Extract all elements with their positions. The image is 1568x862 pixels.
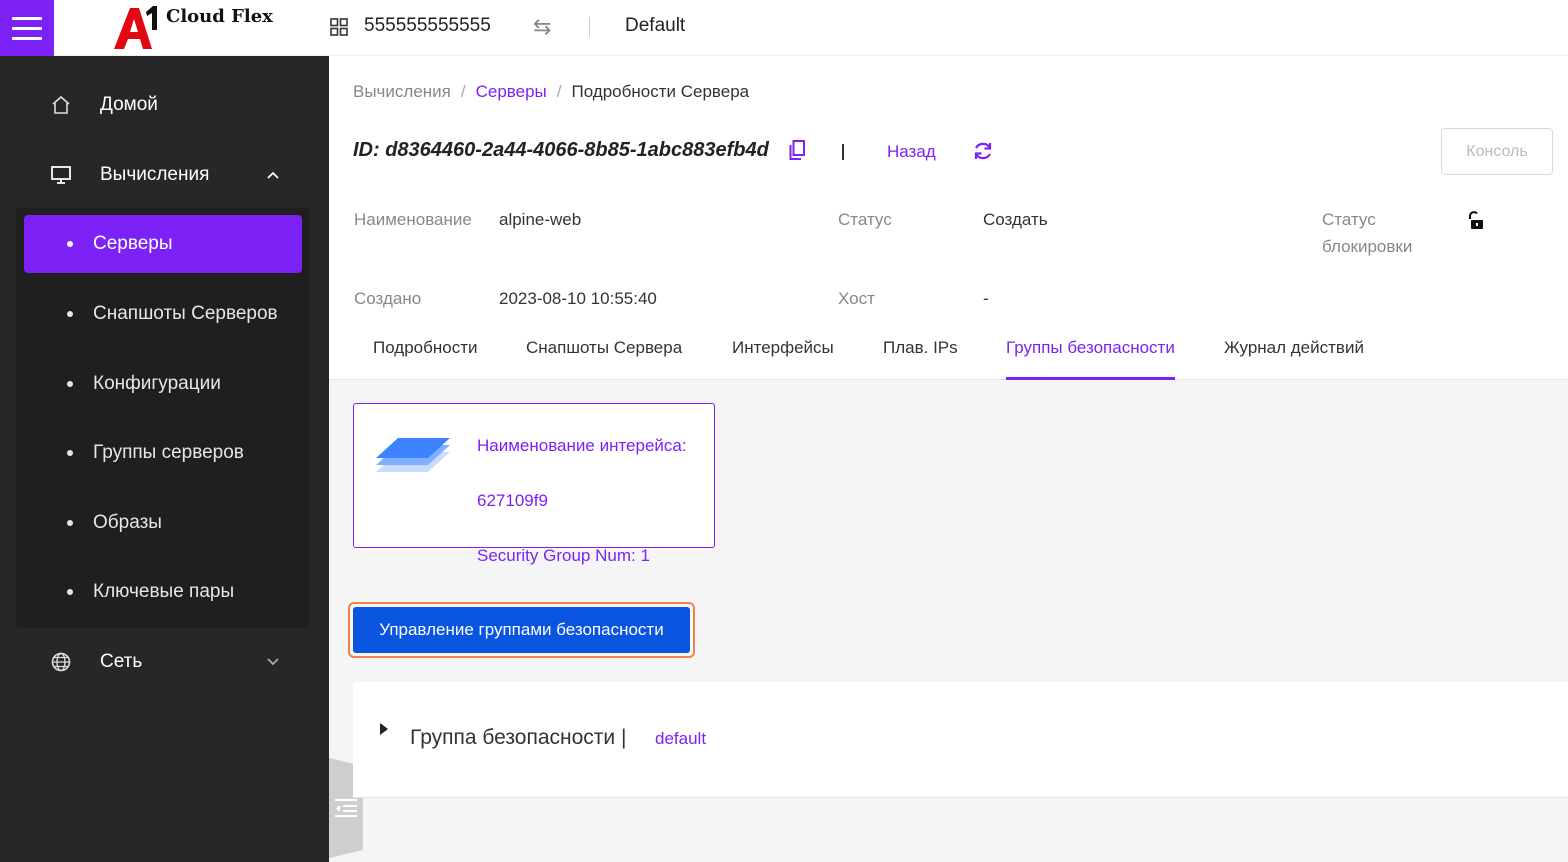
chevron-up-icon <box>266 167 280 184</box>
project-grid-icon <box>330 18 348 36</box>
interface-name-label: Наименование интерейса: <box>477 436 687 455</box>
indent-icon <box>335 799 357 817</box>
region-selector[interactable]: Default <box>625 15 685 37</box>
hamburger-icon-line <box>12 16 42 20</box>
sidebar-item-label: Группы серверов <box>93 442 244 463</box>
sidebar-item-label: Снапшоты Серверов <box>93 303 278 324</box>
sidebar-item-images[interactable]: Образы <box>24 494 302 552</box>
tab-floating-ips[interactable]: Плав. IPs <box>883 328 958 380</box>
console-button[interactable]: Консоль <box>1441 128 1553 175</box>
name-value: alpine-web <box>499 210 582 229</box>
top-bar: Cloud Flex 555555555555 ⇆ Default <box>0 0 1568 56</box>
tab-server-snapshots[interactable]: Снапшоты Сервера <box>526 328 682 380</box>
host-label: Хост <box>838 289 875 308</box>
created-value: 2023-08-10 10:55:40 <box>499 289 657 308</box>
breadcrumb-compute[interactable]: Вычисления <box>353 82 451 101</box>
security-group-name[interactable]: default <box>655 729 706 749</box>
copy-icon[interactable] <box>789 140 805 160</box>
bullet-icon <box>67 381 73 387</box>
created-label: Создано <box>354 289 422 308</box>
sidebar-item-compute[interactable]: Вычисления <box>0 145 329 205</box>
breadcrumb-servers[interactable]: Серверы <box>476 82 547 101</box>
refresh-icon[interactable] <box>972 140 994 162</box>
sidebar-item-flavors[interactable]: Конфигурации <box>24 355 302 413</box>
breadcrumb-separator: / <box>556 82 562 101</box>
breadcrumb-separator: / <box>460 82 466 101</box>
layers-icon <box>376 438 450 472</box>
tab-details[interactable]: Подробности <box>373 328 478 380</box>
status-value: Создать <box>983 210 1048 229</box>
breadcrumb-current: Подробности Сервера <box>571 82 750 101</box>
server-id: ID: d8364460-2a44-4066-8b85-1abc883efb4d <box>353 139 769 161</box>
bullet-icon <box>67 311 73 317</box>
sidebar-item-key-pairs[interactable]: Ключевые пары <box>24 563 302 621</box>
tab-interfaces[interactable]: Интерфейсы <box>732 328 834 380</box>
sidebar-item-server-snapshots[interactable]: Снапшоты Серверов <box>24 285 302 343</box>
switch-project-icon[interactable]: ⇆ <box>533 14 551 40</box>
back-link[interactable]: Назад <box>887 142 936 162</box>
a1-logo-icon <box>114 6 157 49</box>
bullet-icon <box>67 241 73 247</box>
sidebar-item-label: Образы <box>93 512 162 533</box>
chevron-down-icon <box>266 654 280 671</box>
sidebar-item-servers[interactable]: Серверы <box>24 215 302 273</box>
lock-status-label: блокировки <box>1322 237 1413 256</box>
menu-toggle-button[interactable] <box>0 0 54 56</box>
sidebar-item-label: Вычисления <box>100 164 210 185</box>
sidebar-item-label: Конфигурации <box>93 373 221 394</box>
sidebar-item-server-groups[interactable]: Группы серверов <box>24 424 302 482</box>
name-label: Наименование <box>354 210 472 229</box>
tab-action-log[interactable]: Журнал действий <box>1224 328 1364 380</box>
sidebar-item-label: Сеть <box>100 651 143 672</box>
unlocked-icon <box>1469 211 1483 229</box>
interface-name-value: 627109f9 <box>477 491 548 510</box>
sidebar-item-label: Серверы <box>93 233 173 254</box>
status-label: Статус <box>838 210 892 229</box>
security-group-count: Security Group Num: 1 <box>477 546 650 565</box>
sidebar-item-label: Ключевые пары <box>93 581 235 602</box>
manage-security-groups-button[interactable]: Управление группами безопасности <box>353 607 690 653</box>
bullet-icon <box>67 520 73 526</box>
hamburger-icon-line <box>12 36 42 40</box>
sidebar-item-home[interactable]: Домой <box>0 75 329 135</box>
sidebar: Домой Вычисления Серверы Снапшоты Сервер… <box>0 56 329 862</box>
security-group-label: Группа безопасности | <box>410 726 627 749</box>
project-id[interactable]: 555555555555 <box>364 15 491 37</box>
expand-caret-icon[interactable] <box>380 723 388 735</box>
host-value: - <box>983 289 989 308</box>
breadcrumb: Вычисления / Серверы / Подробности Сервера <box>353 82 749 102</box>
tab-security-groups[interactable]: Группы безопасности <box>1006 328 1175 380</box>
brand-name: Cloud Flex <box>166 6 273 27</box>
bullet-icon <box>67 450 73 456</box>
hamburger-icon-line <box>12 26 42 30</box>
divider <box>589 17 590 37</box>
bullet-icon <box>67 589 73 595</box>
interface-card[interactable] <box>353 403 715 548</box>
monitor-icon <box>50 164 72 186</box>
home-icon <box>50 94 72 116</box>
globe-icon <box>50 651 72 673</box>
sidebar-item-label: Домой <box>100 94 158 115</box>
lock-status-label: Статус <box>1322 210 1376 229</box>
sidebar-item-network[interactable]: Сеть <box>0 632 329 692</box>
divider <box>842 144 844 160</box>
